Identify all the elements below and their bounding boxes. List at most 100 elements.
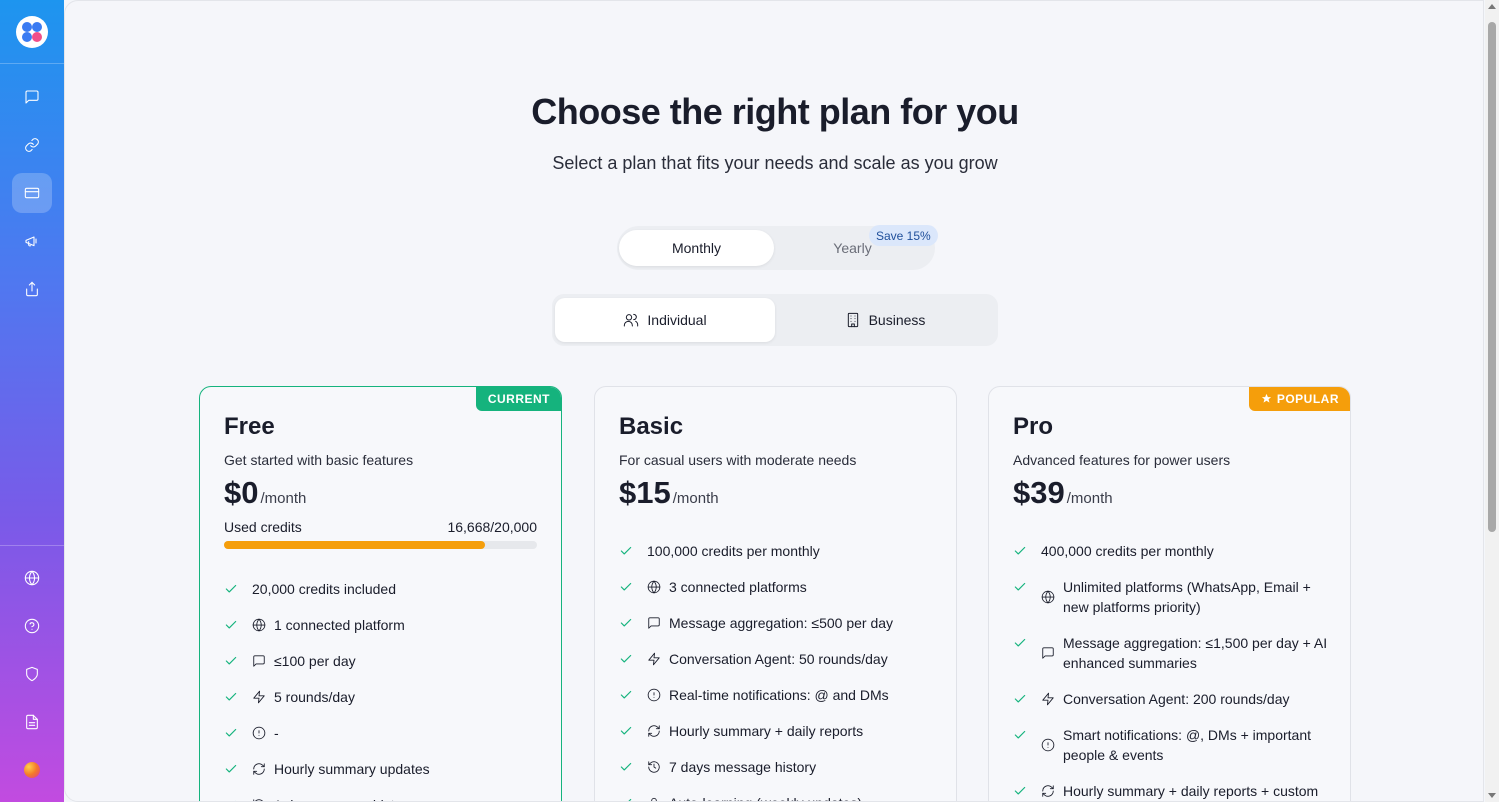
feature-item: Real-time notifications: @ and DMs: [619, 685, 936, 705]
scroll-down-arrow-icon[interactable]: [1488, 793, 1496, 798]
star-icon: [1261, 393, 1271, 403]
price-period: /month: [672, 490, 719, 507]
feature-text: 400,000 credits per monthly: [1041, 543, 1214, 559]
check-icon: [619, 649, 639, 669]
individual-label: Individual: [647, 312, 707, 328]
check-icon: [224, 723, 244, 743]
megaphone-icon: [25, 236, 37, 247]
feature-text: 3 connected platforms: [669, 579, 807, 595]
feature-text: Hourly summary + daily reports: [669, 723, 864, 739]
feature-item: 20,000 credits included: [224, 579, 541, 599]
nav-privacy-button[interactable]: [12, 654, 52, 694]
feature-text: 7 days message history: [669, 759, 817, 775]
feature-item: 1 day message history: [224, 795, 541, 801]
feature-text: Smart notifications: @, DMs + important …: [1063, 727, 1312, 763]
nav-language-button[interactable]: [12, 558, 52, 598]
plan-card-basic: Basic For casual users with moderate nee…: [594, 386, 957, 801]
price-amount: $0: [224, 475, 259, 510]
feature-item: Hourly summary + daily reports + custom: [1013, 781, 1330, 801]
document-icon: [26, 714, 38, 730]
feature-item: Smart notifications: @, DMs + important …: [1013, 725, 1330, 765]
feature-item: Hourly summary updates: [224, 759, 541, 779]
feature-item: 1 connected platform: [224, 615, 541, 635]
message-square-icon: [25, 90, 39, 104]
feature-text: Conversation Agent: 200 rounds/day: [1063, 691, 1290, 707]
popular-badge: POPULAR: [1248, 387, 1350, 411]
nav-help-button[interactable]: [12, 606, 52, 646]
price-amount: $39: [1013, 475, 1065, 510]
feature-item: -: [224, 723, 541, 743]
logo-container[interactable]: [0, 0, 64, 64]
feature-item: Unlimited platforms (WhatsApp, Email + n…: [1013, 577, 1330, 617]
app-logo-icon[interactable]: [16, 15, 48, 48]
nav-billing-button[interactable]: [12, 173, 52, 213]
nav-share-button[interactable]: [12, 269, 52, 309]
monthly-option[interactable]: Monthly: [619, 230, 774, 266]
credits-label: Used credits: [224, 519, 302, 535]
history-icon: [252, 795, 268, 801]
refresh-icon: [647, 721, 663, 741]
check-icon: [224, 651, 244, 671]
save-badge: Save 15%: [869, 225, 938, 246]
alert-circle-icon: [1041, 735, 1057, 755]
plan-price: $39 /month: [1013, 475, 1113, 511]
check-icon: [224, 795, 244, 801]
credit-card-icon: [24, 187, 40, 199]
zap-icon: [252, 687, 268, 707]
audience-toggle: Individual Business: [552, 294, 998, 346]
feature-item: Auto-learning (weekly updates): [619, 793, 936, 801]
check-icon: [619, 793, 639, 801]
feature-item: Message aggregation: ≤1,500 per day + AI…: [1013, 633, 1330, 673]
user-avatar[interactable]: [24, 762, 40, 778]
zap-icon: [1041, 689, 1057, 709]
feature-text: Auto-learning (weekly updates): [669, 793, 862, 801]
feature-text: 1 connected platform: [274, 617, 405, 633]
check-icon: [1013, 541, 1033, 561]
globe-icon: [1041, 587, 1057, 607]
globe-icon: [24, 570, 40, 586]
help-circle-icon: [24, 618, 40, 634]
nav-docs-button[interactable]: [12, 702, 52, 742]
plan-name: Basic: [619, 413, 684, 440]
business-option[interactable]: Business: [775, 298, 995, 342]
check-icon: [619, 613, 639, 633]
feature-list: 20,000 credits included 1 connected platf…: [224, 579, 541, 801]
check-icon: [1013, 781, 1033, 801]
users-icon: [624, 313, 639, 327]
globe-icon: [647, 577, 663, 597]
credits-usage: Used credits 16,668/20,000: [224, 519, 537, 535]
scrollbar-thumb[interactable]: [1488, 22, 1496, 532]
page-subtitle: Select a plan that fits your needs and s…: [552, 153, 998, 173]
scroll-up-arrow-icon[interactable]: [1488, 4, 1496, 9]
price-period: /month: [1066, 490, 1113, 507]
nav-links-button[interactable]: [12, 125, 52, 165]
feature-item: Hourly summary + daily reports: [619, 721, 936, 741]
history-icon: [647, 757, 663, 777]
popular-label: POPULAR: [1276, 391, 1339, 406]
page-scrollbar[interactable]: [1485, 0, 1499, 802]
user-icon: [647, 793, 663, 801]
feature-item: 5 rounds/day: [224, 687, 541, 707]
feature-text: Unlimited platforms (WhatsApp, Email + n…: [1063, 579, 1311, 615]
plan-name: Pro: [1013, 413, 1054, 440]
check-icon: [224, 687, 244, 707]
feature-item: 100,000 credits per monthly: [619, 541, 936, 561]
plan-price: $0 /month: [224, 475, 306, 511]
feature-item: Conversation Agent: 200 rounds/day: [1013, 689, 1330, 709]
sidebar-divider: [0, 545, 64, 546]
plan-card-pro: POPULAR Pro Advanced features for power …: [988, 386, 1351, 801]
sidebar: [0, 0, 64, 802]
feature-item: 3 connected platforms: [619, 577, 936, 597]
alert-circle-icon: [252, 723, 268, 743]
feature-list: 400,000 credits per monthly Unlimited pla…: [1013, 541, 1330, 801]
feature-list: 100,000 credits per monthly 3 connected p…: [619, 541, 936, 801]
feature-item: 400,000 credits per monthly: [1013, 541, 1330, 561]
nav-announcements-button[interactable]: [12, 221, 52, 261]
price-amount: $15: [619, 475, 671, 510]
link-icon: [25, 138, 39, 152]
share-upload-icon: [26, 281, 38, 297]
individual-option[interactable]: Individual: [555, 298, 775, 342]
feature-text: ≤100 per day: [274, 653, 356, 669]
check-icon: [619, 685, 639, 705]
nav-messages-button[interactable]: [12, 77, 52, 117]
